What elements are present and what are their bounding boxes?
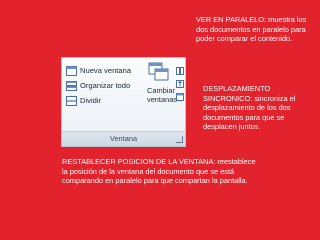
- split-button[interactable]: Dividir: [66, 93, 101, 108]
- synchronous-scrolling-icon[interactable]: [176, 75, 184, 88]
- callout-line: RESTABLECER POSICION DE LA VENTANA: rees…: [62, 157, 256, 166]
- switch-windows-label-2-text: ventanas: [147, 94, 177, 104]
- view-side-by-side-icon[interactable]: [176, 62, 184, 75]
- ribbon-window-group: Nueva ventana Organizar todo Dividir Cam…: [61, 57, 186, 147]
- reset-window-position-icon[interactable]: [176, 88, 184, 101]
- dialog-launcher-icon[interactable]: [176, 136, 183, 143]
- switch-windows-button[interactable]: Cambiar ventanas ▾: [147, 62, 183, 105]
- switch-windows-icon: [148, 62, 170, 86]
- ribbon-group-body: Nueva ventana Organizar todo Dividir Cam…: [62, 58, 185, 132]
- arrange-all-button[interactable]: Organizar todo: [66, 78, 130, 93]
- callout-line: VER EN PARALELO: muestra los: [196, 15, 307, 24]
- arrange-all-icon: [66, 80, 77, 91]
- callout-line: la posición de la ventana del documento …: [62, 166, 235, 176]
- callout-synchronous-scrolling: DESPLAZAMIENTO SINCRONICO: sincroniza el…: [203, 84, 295, 132]
- callout-line: DESPLAZAMIENTO: [203, 84, 271, 93]
- callout-line: desplacen juntos.: [203, 122, 261, 132]
- callout-view-side-by-side: VER EN PARALELO: muestra los dos documen…: [196, 15, 306, 44]
- callout-line: SINCRONICO: sincroniza el: [203, 93, 296, 103]
- new-window-label: Nueva ventana: [80, 66, 132, 75]
- arrange-all-label: Organizar todo: [80, 81, 131, 90]
- group-label-text: Ventana: [109, 134, 138, 143]
- side-buttons: [176, 62, 185, 101]
- callout-line: documentos para que se: [203, 112, 285, 122]
- callout-line: desplazamiento de los dos: [203, 103, 291, 113]
- split-icon: [66, 95, 77, 106]
- switch-windows-label-2: ventanas ▾: [147, 95, 183, 105]
- callout-line: dos documentos en paralelo para: [196, 24, 306, 34]
- new-window-button[interactable]: Nueva ventana: [66, 63, 131, 78]
- new-window-icon: [66, 65, 77, 76]
- group-label-window: Ventana: [62, 131, 185, 146]
- callout-reset-window-position: RESTABLECER POSICION DE LA VENTANA: rees…: [62, 157, 256, 186]
- callout-line: comparando en paralelo para que comparta…: [62, 176, 248, 186]
- callout-line: poder comparar el contenido.: [196, 34, 293, 44]
- split-label: Dividir: [80, 96, 102, 105]
